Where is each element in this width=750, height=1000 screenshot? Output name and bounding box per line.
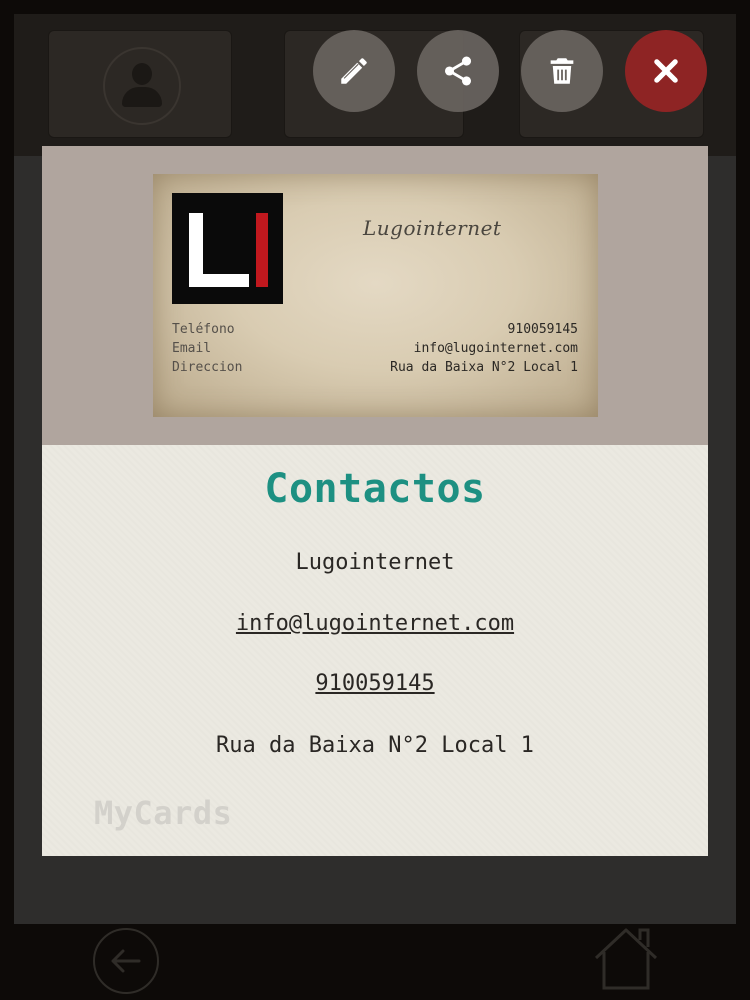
delete-button[interactable] [521,30,603,112]
business-card-labels: Teléfono Email Direccion [172,320,242,377]
app-watermark: MyCards [94,794,233,832]
close-icon [654,59,678,83]
person-icon [103,47,181,125]
background-contact-tile [48,30,232,138]
business-card-area: Lugointernet Teléfono Email Direccion 91… [42,146,708,445]
share-button[interactable] [417,30,499,112]
business-card-label-email: Email [172,341,212,356]
home-icon [594,928,658,990]
contact-email-link[interactable]: info@lugointernet.com [42,611,708,636]
home-button[interactable] [592,926,660,990]
business-card-company: Lugointernet [363,216,502,240]
edit-button[interactable] [313,30,395,112]
trash-icon [550,58,574,84]
contact-dialog: Lugointernet Teléfono Email Direccion 91… [42,146,708,856]
company-logo [172,193,283,304]
share-icon [444,56,472,86]
close-button[interactable] [625,30,707,112]
back-button[interactable] [93,928,159,994]
business-card-values: 910059145 info@lugointernet.com Rua da B… [390,320,578,377]
contact-phone-link[interactable]: 910059145 [42,671,708,696]
contact-name: Lugointernet [295,550,455,575]
contact-address: Rua da Baixa N°2 Local 1 [216,733,534,758]
contacts-heading: Contactos [264,466,486,512]
business-card-value-phone: 910059145 [507,322,578,337]
business-card-image[interactable]: Lugointernet Teléfono Email Direccion 91… [153,174,598,417]
business-card-value-address: Rua da Baixa N°2 Local 1 [390,360,578,375]
business-card-value-email: info@lugointernet.com [413,341,578,356]
back-arrow-icon [111,949,141,973]
business-card-label-address: Direccion [172,360,243,375]
pencil-icon [341,58,367,84]
business-card-label-phone: Teléfono [172,322,235,337]
